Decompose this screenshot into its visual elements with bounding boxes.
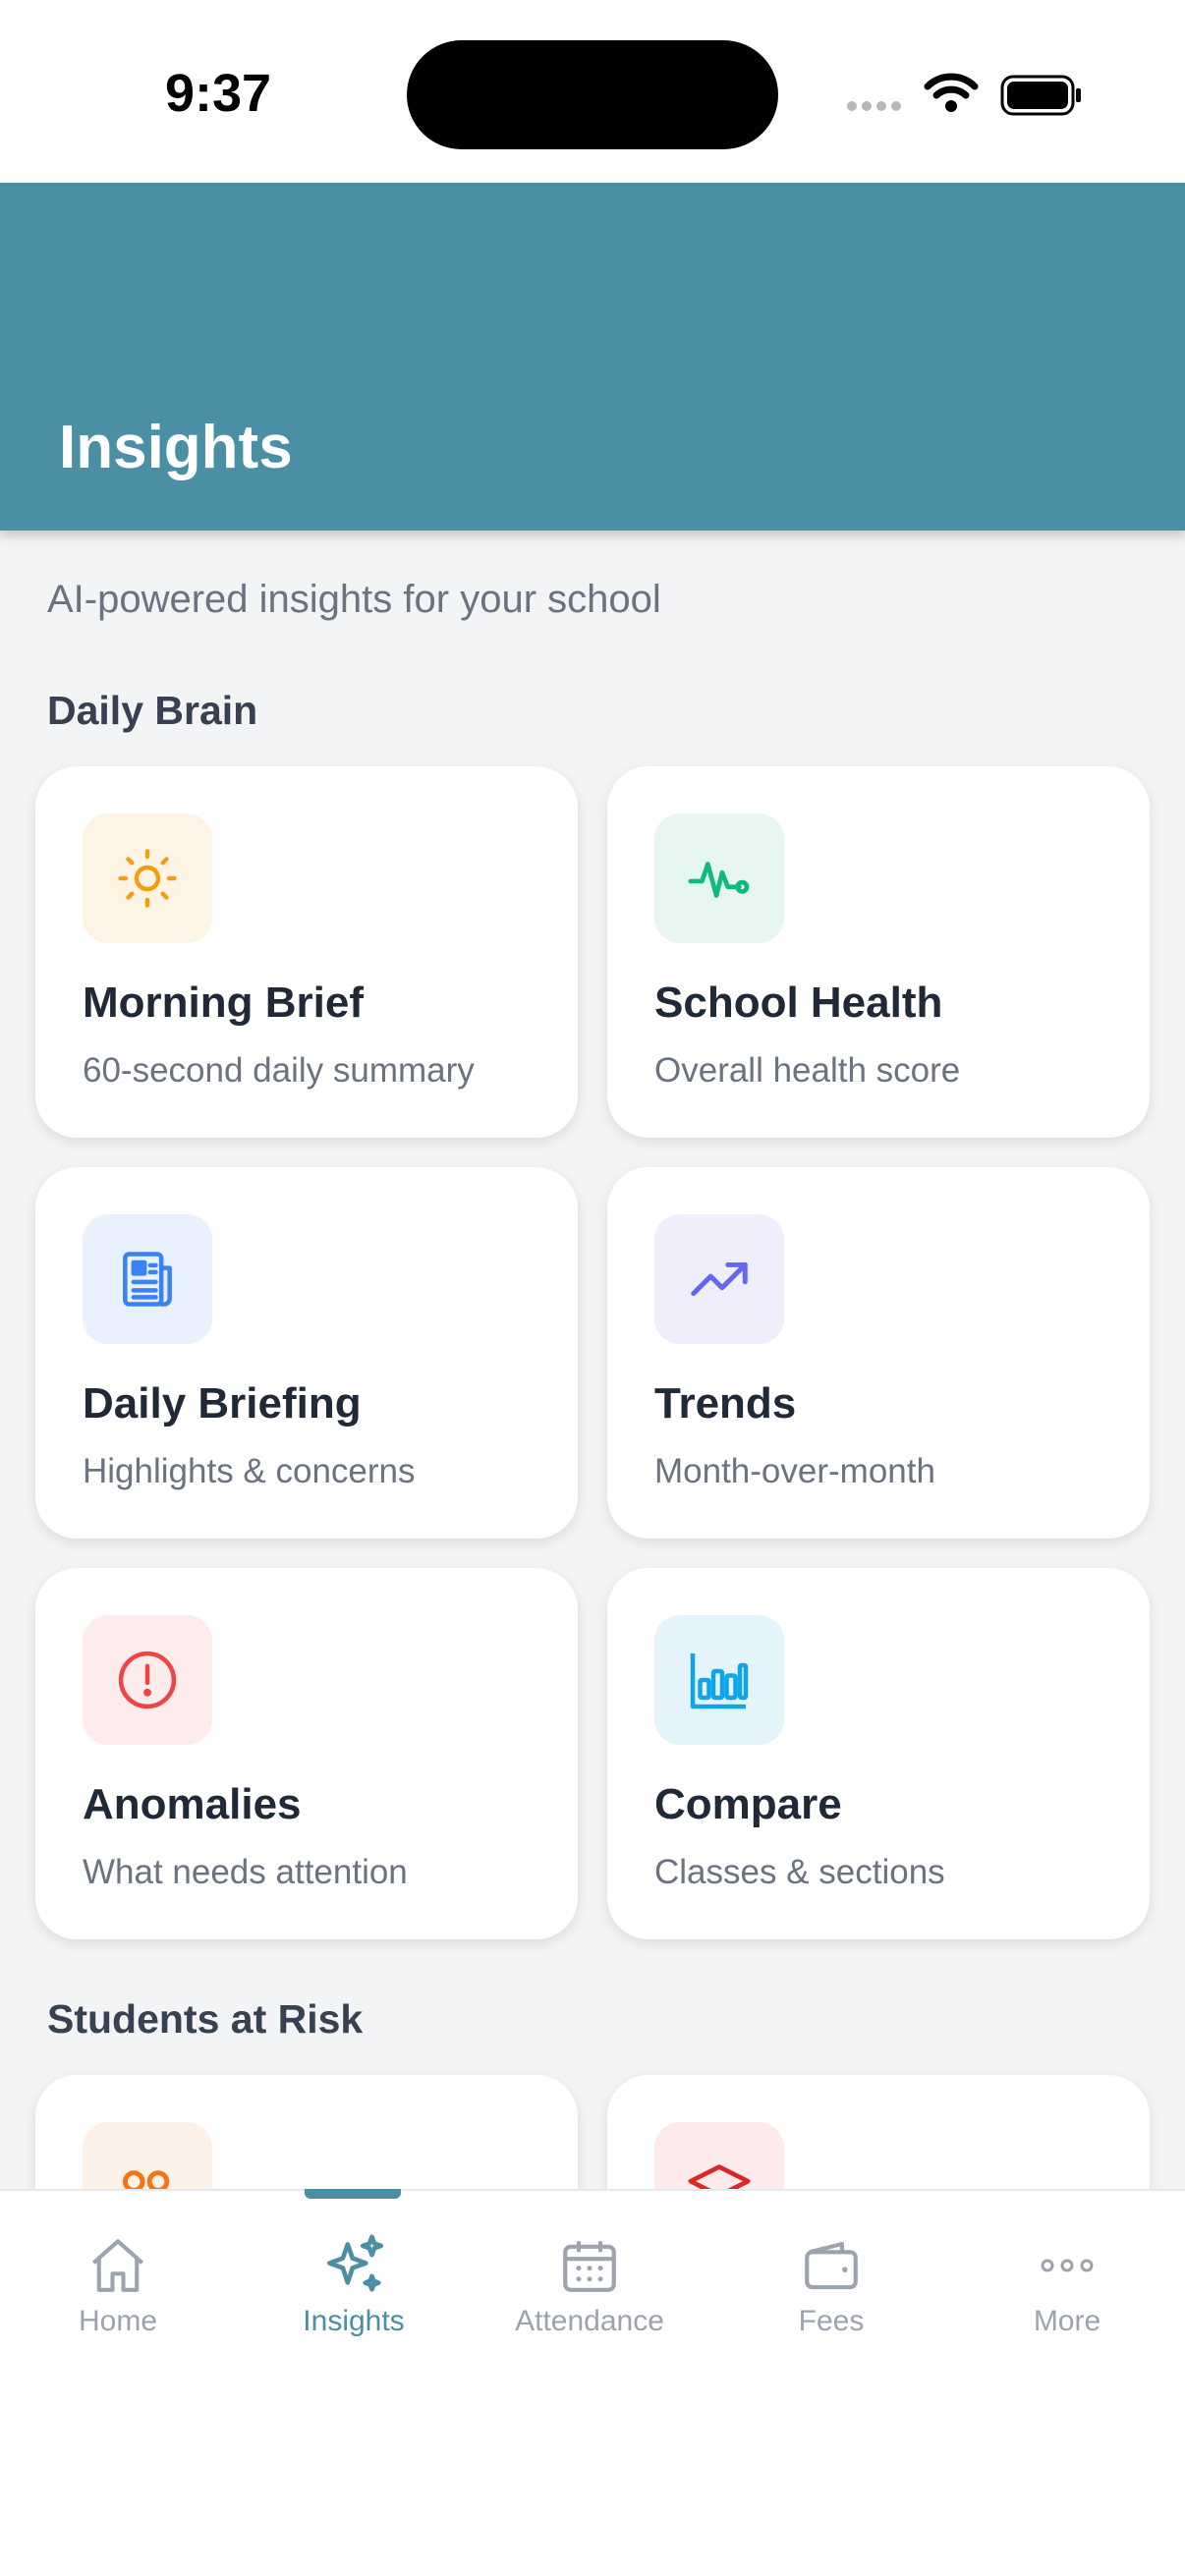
card-title: Daily Briefing xyxy=(83,1379,362,1428)
bottom-nav: Home Insights Attendance Fees More xyxy=(0,2189,1185,2576)
sparkles-icon xyxy=(236,2226,472,2305)
cellular-signal-icon xyxy=(847,98,906,116)
card-trends[interactable]: Trends Month-over-month xyxy=(607,1167,1150,1539)
card-title: School Health xyxy=(654,979,943,1027)
app-header: Insights xyxy=(0,183,1185,531)
graduation-cap-icon xyxy=(654,2122,784,2189)
users-icon xyxy=(83,2122,212,2189)
nav-label: Insights xyxy=(303,2305,405,2337)
page-title: Insights xyxy=(59,414,293,481)
home-icon xyxy=(0,2226,236,2305)
wallet-icon xyxy=(713,2226,949,2305)
card-subtitle: Highlights & concerns xyxy=(83,1452,416,1490)
nav-label: Fees xyxy=(798,2305,865,2337)
card-risk-1[interactable] xyxy=(35,2075,578,2189)
card-subtitle: What needs attention xyxy=(83,1853,408,1891)
insights-content[interactable]: AI-powered insights for your school Dail… xyxy=(0,531,1185,2189)
card-title: Compare xyxy=(654,1780,842,1828)
card-morning-brief[interactable]: Morning Brief 60-second daily summary xyxy=(35,766,578,1138)
card-subtitle: Classes & sections xyxy=(654,1853,945,1891)
card-title: Anomalies xyxy=(83,1780,302,1828)
card-anomalies[interactable]: Anomalies What needs attention xyxy=(35,1568,578,1939)
card-school-health[interactable]: School Health Overall health score xyxy=(607,766,1150,1138)
nav-fees[interactable]: Fees xyxy=(713,2191,949,2387)
card-subtitle: Month-over-month xyxy=(654,1452,935,1490)
battery-icon xyxy=(1000,75,1083,121)
nav-more[interactable]: More xyxy=(949,2191,1185,2387)
nav-label: Home xyxy=(78,2305,158,2337)
card-subtitle: Overall health score xyxy=(654,1051,961,1090)
pulse-icon xyxy=(654,813,784,943)
card-subtitle: 60-second daily summary xyxy=(83,1051,475,1090)
card-risk-2[interactable] xyxy=(607,2075,1150,2189)
nav-label: Attendance xyxy=(515,2305,664,2337)
active-indicator xyxy=(305,2189,401,2199)
section-title-daily-brain: Daily Brain xyxy=(47,688,258,733)
wifi-icon xyxy=(924,73,979,119)
trending-up-icon xyxy=(654,1214,784,1344)
card-daily-briefing[interactable]: Daily Briefing Highlights & concerns xyxy=(35,1167,578,1539)
card-title: Trends xyxy=(654,1379,797,1428)
alert-circle-icon xyxy=(83,1615,212,1745)
more-icon xyxy=(949,2226,1185,2305)
newspaper-icon xyxy=(83,1214,212,1344)
nav-label: More xyxy=(1033,2305,1101,2337)
calendar-icon xyxy=(472,2226,707,2305)
nav-attendance[interactable]: Attendance xyxy=(472,2191,707,2387)
section-title-students-at-risk: Students at Risk xyxy=(47,1996,364,2042)
card-title: Morning Brief xyxy=(83,979,364,1027)
dynamic-island xyxy=(407,40,778,149)
status-bar: 9:37 xyxy=(0,0,1185,183)
sun-icon xyxy=(83,813,212,943)
bar-chart-icon xyxy=(654,1615,784,1745)
page-subtitle: AI-powered insights for your school xyxy=(47,578,661,621)
nav-home[interactable]: Home xyxy=(0,2191,236,2387)
status-time: 9:37 xyxy=(165,64,272,123)
card-compare[interactable]: Compare Classes & sections xyxy=(607,1568,1150,1939)
nav-insights[interactable]: Insights xyxy=(236,2189,472,2387)
